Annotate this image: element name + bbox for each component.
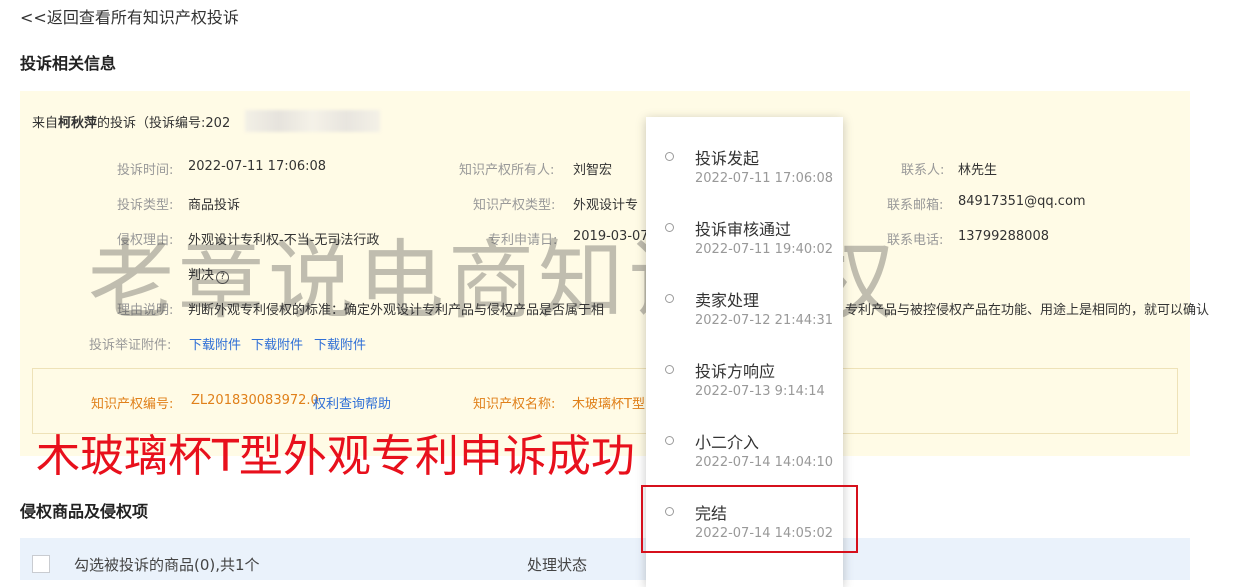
complainant-name: 柯秋萍 xyxy=(58,116,98,131)
timeline-step-title: 投诉方响应 xyxy=(695,362,776,381)
evidence-label: 投诉举证附件: xyxy=(89,338,172,353)
infringing-goods-section-title: 侵权商品及侵权项 xyxy=(20,502,149,521)
status-column-header: 处理状态 xyxy=(527,556,588,574)
timeline-step-title: 投诉审核通过 xyxy=(695,220,792,239)
ip-number-label: 知识产权编号: xyxy=(91,397,174,412)
email-value: 84917351@qq.com xyxy=(958,194,1086,209)
ip-owner-label: 知识产权所有人: xyxy=(459,163,555,178)
reason-desc-value-tail: 专利产品与被控侵权产品在功能、用途上是相同的，就可以确认 xyxy=(845,303,1210,318)
complaint-from-prefix: 来自 xyxy=(32,116,59,131)
timeline-dot-icon xyxy=(665,294,674,303)
ip-name-value: 木玻璃杯T型 xyxy=(572,397,645,412)
timeline-step-time: 2022-07-12 21:44:31 xyxy=(695,313,834,328)
ip-owner-value: 刘智宏 xyxy=(573,163,613,178)
download-attachment-link-3[interactable]: 下载附件 xyxy=(314,334,366,353)
phone-value: 13799288008 xyxy=(958,229,1049,244)
contact-label: 联系人: xyxy=(901,163,945,178)
back-to-all-complaints-link[interactable]: <<返回查看所有知识产权投诉 xyxy=(20,4,239,28)
timeline-dot-icon xyxy=(665,152,674,161)
select-goods-label: 勾选被投诉的商品(0),共1个 xyxy=(74,556,260,574)
contact-value: 林先生 xyxy=(958,163,998,178)
download-attachment-link-2[interactable]: 下载附件 xyxy=(251,334,303,353)
timeline-dot-icon xyxy=(665,436,674,445)
timeline-step-time: 2022-07-11 17:06:08 xyxy=(695,171,834,186)
completed-step-highlight-box xyxy=(641,485,858,553)
redacted-complaint-number xyxy=(245,110,380,132)
timeline-step-time: 2022-07-14 14:04:10 xyxy=(695,455,834,470)
timeline-dot-icon xyxy=(665,365,674,374)
complaint-time-label: 投诉时间: xyxy=(117,163,174,178)
timeline-step-title: 小二介入 xyxy=(695,433,760,452)
timeline-step-title: 卖家处理 xyxy=(695,291,760,310)
complaint-info-section-title: 投诉相关信息 xyxy=(20,54,117,73)
select-all-checkbox[interactable] xyxy=(32,555,50,573)
red-caption-text: 木玻璃杯T型外观专利申诉成功 xyxy=(36,431,635,482)
timeline-step-time: 2022-07-11 19:40:02 xyxy=(695,242,834,257)
download-attachment-link-1[interactable]: 下载附件 xyxy=(189,334,241,353)
ip-number-value: ZL201830083972.0 xyxy=(191,393,319,408)
goods-table-header: 勾选被投诉的商品(0),共1个 处理状态 xyxy=(20,538,1190,580)
rights-query-help-link[interactable]: 权利查询帮助 xyxy=(313,393,391,412)
complaint-number-label: 的投诉（投诉编号:202 xyxy=(97,116,231,131)
timeline-step-time: 2022-07-13 9:14:14 xyxy=(695,384,825,399)
complaint-time-value: 2022-07-11 17:06:08 xyxy=(188,159,327,174)
complaint-from-line: 来自柯秋萍的投诉（投诉编号:202 xyxy=(32,112,230,131)
timeline-step-title: 投诉发起 xyxy=(695,149,760,168)
ip-name-label: 知识产权名称: xyxy=(473,397,556,412)
timeline-dot-icon xyxy=(665,223,674,232)
